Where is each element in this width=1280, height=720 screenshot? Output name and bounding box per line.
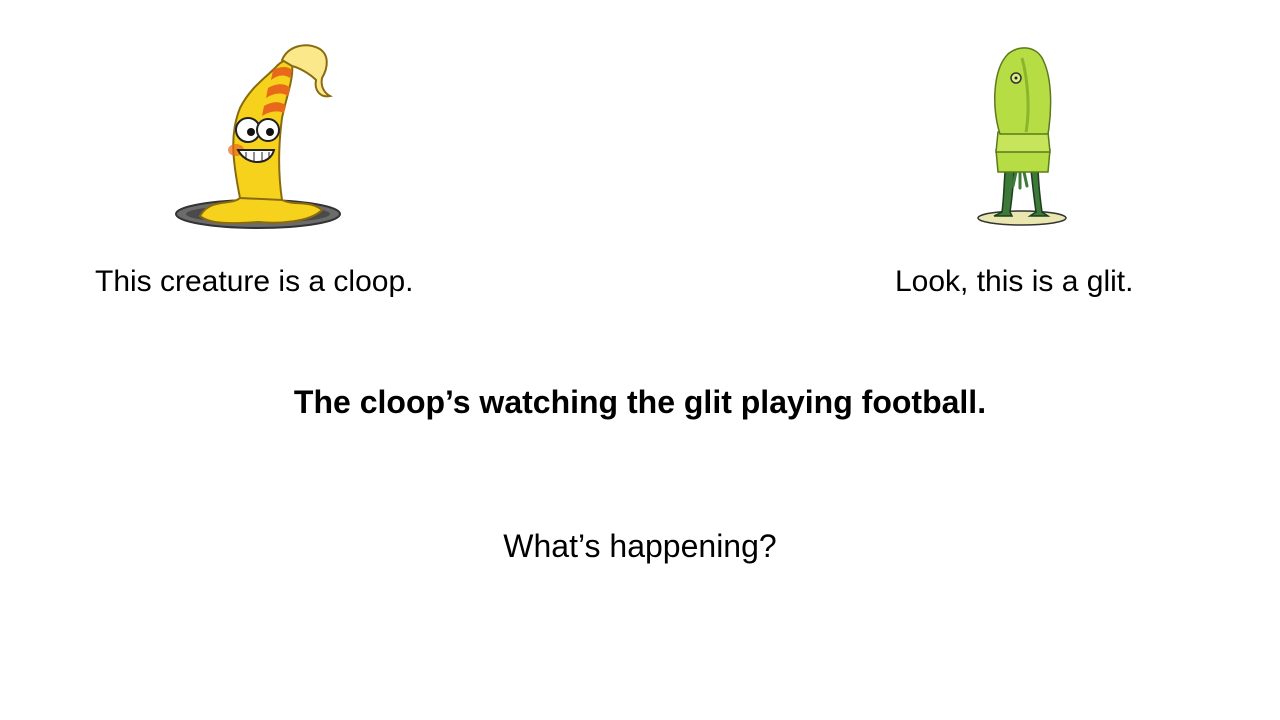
glit-caption: Look, this is a glit. <box>895 265 1134 298</box>
slide: This creature is a cloop. Look, this is … <box>0 0 1280 720</box>
question-prompt: What’s happening? <box>503 528 777 564</box>
cloop-creature-icon <box>175 44 341 229</box>
main-sentence: The cloop’s watching the glit playing fo… <box>293 384 987 420</box>
glit-creature-icon <box>977 47 1067 226</box>
cloop-caption: This creature is a cloop. <box>95 265 414 298</box>
